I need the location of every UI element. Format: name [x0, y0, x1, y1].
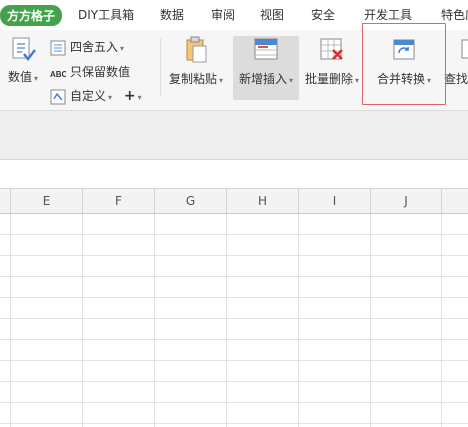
column-header-e[interactable]: E — [11, 189, 83, 213]
tab-developer-tools[interactable]: 开发工具 — [364, 6, 412, 23]
column-header-j[interactable]: J — [371, 189, 442, 213]
copy-paste-button[interactable]: 复制粘贴 ▾ — [166, 36, 226, 100]
plus-button[interactable]: + — [124, 88, 136, 104]
numeric-icon — [12, 37, 36, 61]
numeric-button[interactable]: 数值 ▾ — [4, 36, 42, 100]
chevron-down-icon: ▾ — [108, 93, 113, 102]
cell-grid[interactable] — [0, 214, 468, 427]
numeric-label: 数值 — [7, 70, 32, 84]
insert-button[interactable]: 新增插入 ▾ — [233, 36, 299, 100]
delete-icon — [320, 38, 343, 60]
tab-view[interactable]: 视图 — [260, 6, 284, 23]
column-header-partial[interactable] — [0, 189, 11, 213]
sheet-top-area — [0, 160, 468, 189]
column-header-row: E F G H I J — [0, 189, 468, 214]
chevron-down-icon: ▾ — [120, 44, 125, 53]
keep-values-label: 只保留数值 — [70, 65, 131, 79]
tab-security[interactable]: 安全 — [311, 6, 335, 23]
highlight-frame — [362, 23, 446, 105]
column-header-f[interactable]: F — [83, 189, 155, 213]
clipboard-icon — [186, 36, 207, 63]
svg-text:ABC: ABC — [50, 70, 66, 79]
tab-data[interactable]: 数据 — [160, 6, 184, 23]
column-header-i[interactable]: I — [299, 189, 371, 213]
column-header-h[interactable]: H — [227, 189, 299, 213]
copy-paste-label: 复制粘贴 — [168, 72, 217, 86]
find-button[interactable]: 查找 — [444, 36, 468, 100]
chevron-down-icon: ▾ — [137, 93, 142, 102]
batch-delete-label: 批量删除 — [304, 72, 353, 86]
chevron-down-icon: ▾ — [289, 76, 294, 85]
find-icon — [461, 39, 468, 59]
ribbon-separator — [160, 38, 161, 96]
tab-special[interactable]: 特色应 — [441, 6, 468, 23]
round-icon — [50, 40, 66, 55]
custom-label: 自定义 — [70, 89, 107, 103]
insert-label: 新增插入 — [238, 72, 287, 86]
column-header-g[interactable]: G — [155, 189, 227, 213]
round-label: 四舍五入 — [70, 40, 119, 54]
tab-review[interactable]: 审阅 — [211, 6, 235, 23]
tab-fangfang-gezi[interactable]: 方方格子 — [0, 5, 63, 26]
chevron-down-icon: ▾ — [355, 76, 360, 85]
custom-icon — [50, 89, 66, 104]
chevron-down-icon: ▾ — [34, 74, 39, 83]
abc-icon: ABC — [50, 70, 66, 79]
tab-diy-toolbox[interactable]: DIY工具箱 — [78, 6, 134, 23]
batch-delete-button[interactable]: 批量删除 ▾ — [304, 36, 360, 100]
formula-area — [0, 111, 468, 160]
custom-button[interactable]: 自定义 ▾ + ▾ — [50, 86, 142, 106]
find-label: 查找 — [444, 72, 468, 86]
chevron-down-icon: ▾ — [219, 76, 224, 85]
insert-icon — [254, 38, 278, 60]
keep-values-button[interactable]: ABC 只保留数值 — [50, 62, 130, 82]
round-button[interactable]: 四舍五入 ▾ — [50, 37, 124, 57]
